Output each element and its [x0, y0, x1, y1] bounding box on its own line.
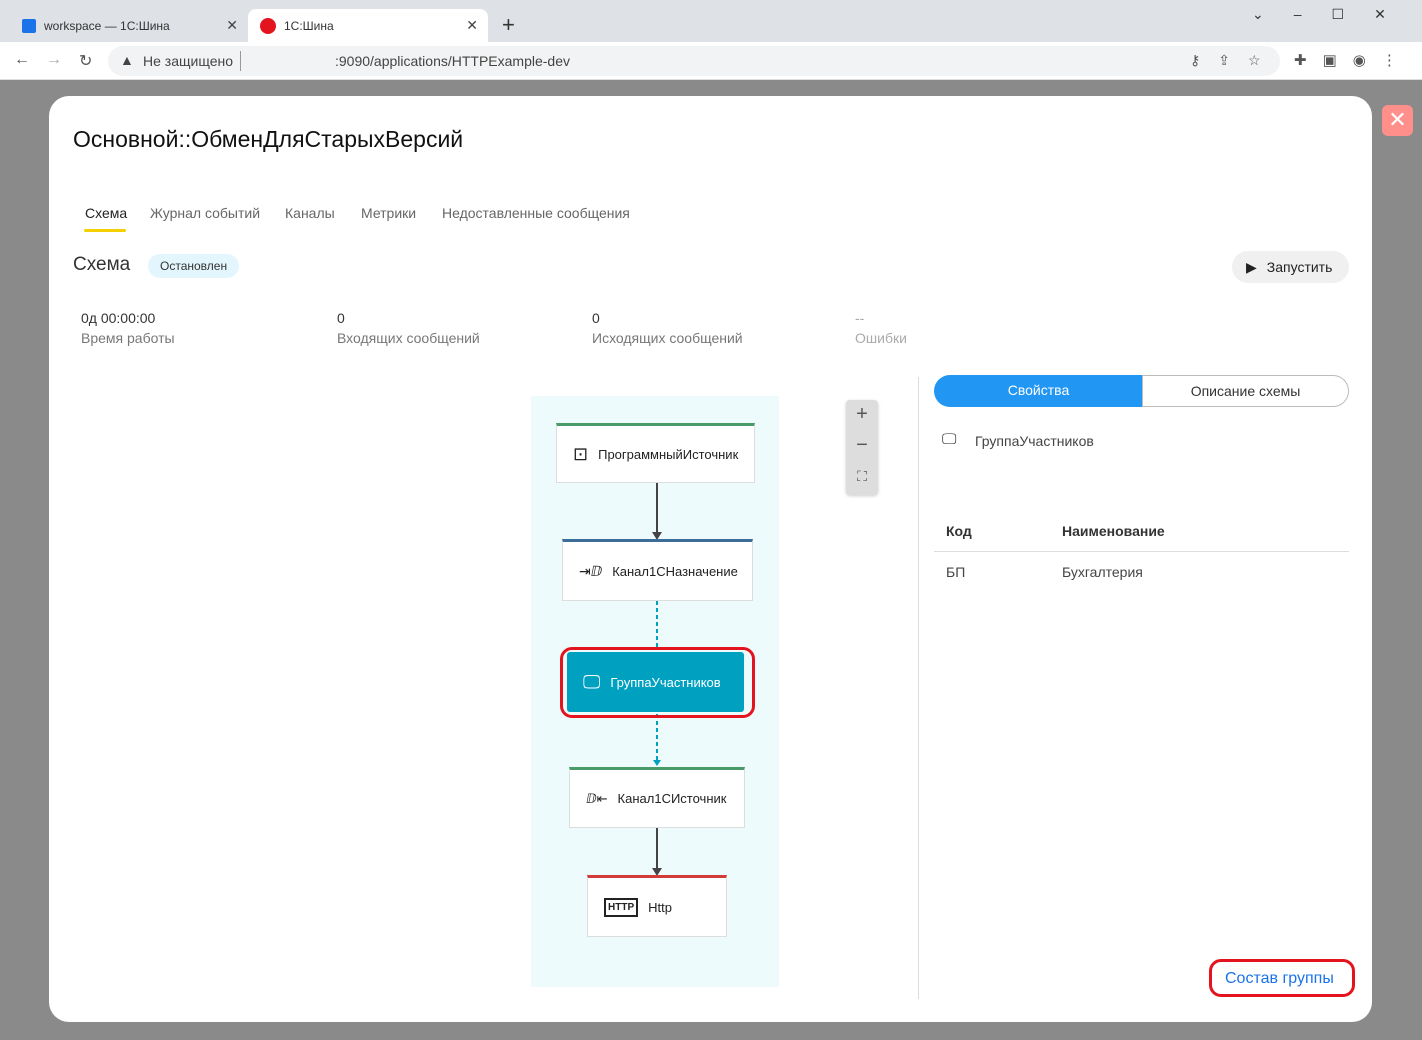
- monitor-icon: 🖵: [942, 431, 957, 448]
- close-tab-icon[interactable]: ✕: [226, 17, 238, 34]
- tab-properties[interactable]: Свойства: [934, 375, 1143, 407]
- window-controls[interactable]: ⌄–☐✕: [1252, 6, 1416, 23]
- stat-outgoing: 0 Исходящих сообщений: [592, 310, 743, 346]
- highlight-node: [560, 647, 755, 718]
- 1c-logo-icon: [260, 17, 276, 34]
- tab-1c[interactable]: 1С:Шина ✕: [248, 9, 488, 42]
- zoom-out-icon[interactable]: −: [846, 431, 878, 462]
- close-tab-icon[interactable]: ✕: [466, 17, 478, 34]
- tab-event-log[interactable]: Журнал событий: [150, 205, 260, 221]
- tab-metrics[interactable]: Метрики: [361, 205, 416, 221]
- play-icon: ▶: [1246, 258, 1257, 275]
- url-text: :9090/applications/HTTPExample-dev: [335, 53, 571, 69]
- node-channel-destination[interactable]: ⇥ⅅ Канал1СНазначение: [562, 539, 753, 601]
- 1c-channel-icon: ⅅ⇤: [586, 790, 608, 806]
- close-modal-button[interactable]: ✕: [1382, 105, 1413, 136]
- table-cell-code: БП: [946, 564, 966, 580]
- table-cell-name: Бухгалтерия: [1062, 564, 1143, 580]
- stat-errors: -- Ошибки: [855, 310, 907, 346]
- tab-label: 1С:Шина: [284, 18, 334, 33]
- tab-undelivered[interactable]: Недоставленные сообщения: [442, 205, 630, 221]
- 1c-channel-icon: ⇥ⅅ: [579, 562, 603, 579]
- column-header-name: Наименование: [1062, 523, 1165, 539]
- zoom-in-icon[interactable]: +: [846, 400, 878, 431]
- node-http[interactable]: HTTP Http: [587, 875, 727, 937]
- warning-icon: ▲: [120, 52, 134, 68]
- zoom-controls: + − ⛶: [846, 400, 878, 495]
- tab-workspace[interactable]: workspace — 1C:Шина ✕: [10, 9, 248, 42]
- stat-incoming: 0 Входящих сообщений: [337, 310, 480, 346]
- tab-label: workspace — 1C:Шина: [44, 18, 170, 33]
- section-title: Схема: [73, 254, 131, 275]
- node-program-source[interactable]: ⊡ ПрограммныйИсточник: [556, 423, 755, 483]
- tab-schema[interactable]: Схема: [85, 205, 127, 221]
- status-badge: Остановлен: [148, 254, 240, 278]
- node-channel-source[interactable]: ⅅ⇤ Канал1СИсточник: [569, 767, 745, 828]
- page-title: Основной::ОбменДляСтарыхВерсий: [73, 126, 464, 152]
- active-tab-indicator: [84, 229, 126, 232]
- selected-element-name: ГруппаУчастников: [975, 433, 1094, 449]
- stat-uptime: 0д 00:00:00 Время работы: [81, 310, 175, 346]
- run-button[interactable]: ▶ Запустить: [1232, 251, 1349, 283]
- address-bar[interactable]: ▲ Не защищено :9090/applications/HTTPExa…: [108, 46, 1280, 76]
- column-header-code: Код: [946, 523, 972, 539]
- http-icon: HTTP: [604, 897, 639, 917]
- new-tab-icon[interactable]: +: [502, 12, 515, 38]
- forward-icon[interactable]: →: [46, 51, 62, 69]
- tab-schema-description[interactable]: Описание схемы: [1142, 375, 1349, 407]
- source-icon: ⊡: [573, 443, 589, 464]
- fit-screen-icon[interactable]: ⛶: [846, 462, 878, 493]
- run-label: Запустить: [1266, 259, 1333, 275]
- security-label: Не защищено: [143, 53, 233, 69]
- extension-icons[interactable]: ✚▣◉⋮: [1294, 51, 1413, 69]
- reload-icon[interactable]: ↻: [79, 51, 92, 71]
- toolbar-icons[interactable]: ⚷⇪☆: [1190, 52, 1279, 69]
- tab-channels[interactable]: Каналы: [285, 205, 335, 221]
- code-icon: [22, 18, 36, 33]
- back-icon[interactable]: ←: [14, 51, 30, 69]
- divider: [918, 377, 919, 999]
- highlight-link: [1209, 959, 1355, 997]
